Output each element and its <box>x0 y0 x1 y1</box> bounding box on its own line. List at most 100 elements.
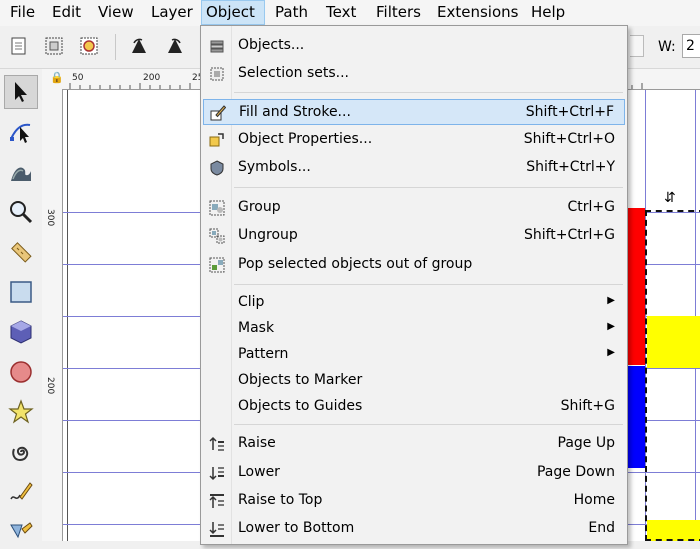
objects-icon <box>208 37 226 55</box>
pencil-tool-icon[interactable] <box>4 475 38 509</box>
lock-guides-icon[interactable]: 🔒 <box>50 71 64 84</box>
node-tool-icon[interactable] <box>4 115 38 149</box>
selection-bounding-box[interactable] <box>645 210 700 541</box>
menu-item-shortcut: End <box>588 520 615 536</box>
rotate-ccw-icon[interactable] <box>128 35 150 57</box>
tweak-tool-icon[interactable] <box>4 155 38 189</box>
menu-item-symbols[interactable]: Symbols... Shift+Ctrl+Y <box>203 155 625 181</box>
menu-item-label: Raise to Top <box>238 492 323 508</box>
ruler-tick-label: 200 <box>143 73 161 83</box>
object-menu-dropdown: Objects... Selection sets... Fill and St… <box>200 25 628 545</box>
toolbar-separator <box>115 34 116 60</box>
menu-bar: File Edit View Layer Object Path Text Fi… <box>0 0 700 27</box>
menu-item-lower-to-bottom[interactable]: Lower to Bottom End <box>203 516 625 542</box>
menu-item-shortcut: Shift+G <box>560 398 615 414</box>
raise-icon <box>208 435 226 453</box>
menu-item-shortcut: Page Down <box>536 464 615 480</box>
menu-item-fill-and-stroke[interactable]: Fill and Stroke... Shift+Ctrl+F <box>203 99 625 125</box>
menu-item-label: Symbols... <box>238 159 311 175</box>
menu-text[interactable]: Text <box>322 0 360 25</box>
menu-item-selection-sets[interactable]: Selection sets... <box>203 61 625 87</box>
red-rectangle[interactable] <box>628 208 645 365</box>
fill-and-stroke-icon <box>209 104 227 122</box>
menu-item-raise[interactable]: Raise Page Up <box>203 431 625 457</box>
select-all-in-all-layers-icon[interactable] <box>43 35 65 57</box>
rectangle-tool-icon[interactable] <box>4 275 38 309</box>
menu-item-group[interactable]: Group Ctrl+G <box>203 195 625 221</box>
measure-tool-icon[interactable] <box>4 235 38 269</box>
menu-item-label: Pattern <box>238 346 289 362</box>
menu-item-label: Lower <box>238 464 280 480</box>
menu-item-label: Objects to Guides <box>238 398 363 414</box>
ruler-tick-label: 300 <box>45 209 55 227</box>
menu-item-label: Objects to Marker <box>238 372 363 388</box>
menu-item-objects-to-marker[interactable]: Objects to Marker <box>203 368 625 394</box>
3d-box-tool-icon[interactable] <box>4 315 38 349</box>
rotate-cw-icon[interactable] <box>164 35 186 57</box>
menu-separator <box>234 92 623 93</box>
lower-icon <box>208 464 226 482</box>
object-properties-icon <box>208 131 226 149</box>
menu-item-raise-to-top[interactable]: Raise to Top Home <box>203 488 625 514</box>
menu-item-label: Group <box>238 199 281 215</box>
menu-item-shortcut: Home <box>573 492 615 508</box>
menu-item-label: Objects... <box>238 37 305 53</box>
menu-edit[interactable]: Edit <box>48 0 85 25</box>
menu-file[interactable]: File <box>6 0 39 25</box>
spiral-tool-icon[interactable] <box>4 435 38 469</box>
menu-item-clip[interactable]: Clip ▶ <box>203 290 625 316</box>
menu-item-pattern[interactable]: Pattern ▶ <box>203 342 625 368</box>
menu-item-pop-out-of-group[interactable]: Pop selected objects out of group <box>203 252 625 278</box>
menu-item-objects-to-guides[interactable]: Objects to Guides Shift+G <box>203 394 625 420</box>
menu-item-label: Clip <box>238 294 265 310</box>
menu-extensions[interactable]: Extensions <box>433 0 522 25</box>
menu-item-object-properties[interactable]: Object Properties... Shift+Ctrl+O <box>203 127 625 153</box>
tool-box <box>0 69 43 541</box>
star-tool-icon[interactable] <box>4 395 38 429</box>
ruler-tick-label: 50 <box>72 73 84 83</box>
menu-item-shortcut: Shift+Ctrl+F <box>525 104 614 120</box>
menu-filters[interactable]: Filters <box>372 0 425 25</box>
symbols-icon <box>208 159 226 177</box>
select-tool-icon[interactable] <box>4 75 38 109</box>
raise-to-top-icon <box>208 492 226 510</box>
submenu-arrow-icon: ▶ <box>607 295 615 306</box>
width-label: W: <box>658 39 676 55</box>
vertical-ruler[interactable]: 300 200 <box>42 89 63 541</box>
ruler-tick-label: 200 <box>45 377 55 395</box>
group-icon <box>208 199 226 217</box>
menu-item-shortcut: Shift+Ctrl+Y <box>526 159 615 175</box>
menu-item-label: Object Properties... <box>238 131 373 147</box>
menu-help[interactable]: Help <box>527 0 569 25</box>
menu-item-shortcut: Shift+Ctrl+G <box>523 227 615 243</box>
ellipse-tool-icon[interactable] <box>4 355 38 389</box>
menu-item-mask[interactable]: Mask ▶ <box>203 316 625 342</box>
menu-item-shortcut: Page Up <box>557 435 615 451</box>
selection-sets-icon <box>208 65 226 83</box>
menu-object[interactable]: Object <box>201 0 265 25</box>
menu-separator <box>234 284 623 285</box>
zoom-tool-icon[interactable] <box>4 195 38 229</box>
pen-tool-icon[interactable] <box>4 515 38 549</box>
pop-out-of-group-icon <box>208 256 226 274</box>
menu-item-label: Lower to Bottom <box>238 520 355 536</box>
scale-handle-icon[interactable]: ⇵ <box>664 190 676 206</box>
menu-item-objects[interactable]: Objects... <box>203 33 625 59</box>
lower-to-bottom-icon <box>208 520 226 538</box>
menu-separator <box>234 187 623 188</box>
spin-button[interactable] <box>630 35 644 57</box>
select-all-icon[interactable] <box>8 35 30 57</box>
menu-item-ungroup[interactable]: Ungroup Shift+Ctrl+G <box>203 223 625 249</box>
deselect-icon[interactable] <box>78 35 100 57</box>
menu-item-shortcut: Ctrl+G <box>567 199 616 215</box>
menu-item-label: Raise <box>238 435 276 451</box>
menu-path[interactable]: Path <box>271 0 312 25</box>
menu-item-label: Selection sets... <box>238 65 350 81</box>
menu-layer[interactable]: Layer <box>147 0 197 25</box>
menu-item-label: Mask <box>238 320 275 336</box>
menu-item-lower[interactable]: Lower Page Down <box>203 460 625 486</box>
menu-view[interactable]: View <box>94 0 138 25</box>
width-field[interactable]: 2 <box>682 34 700 58</box>
ungroup-icon <box>208 227 226 245</box>
blue-rectangle[interactable] <box>628 366 645 468</box>
